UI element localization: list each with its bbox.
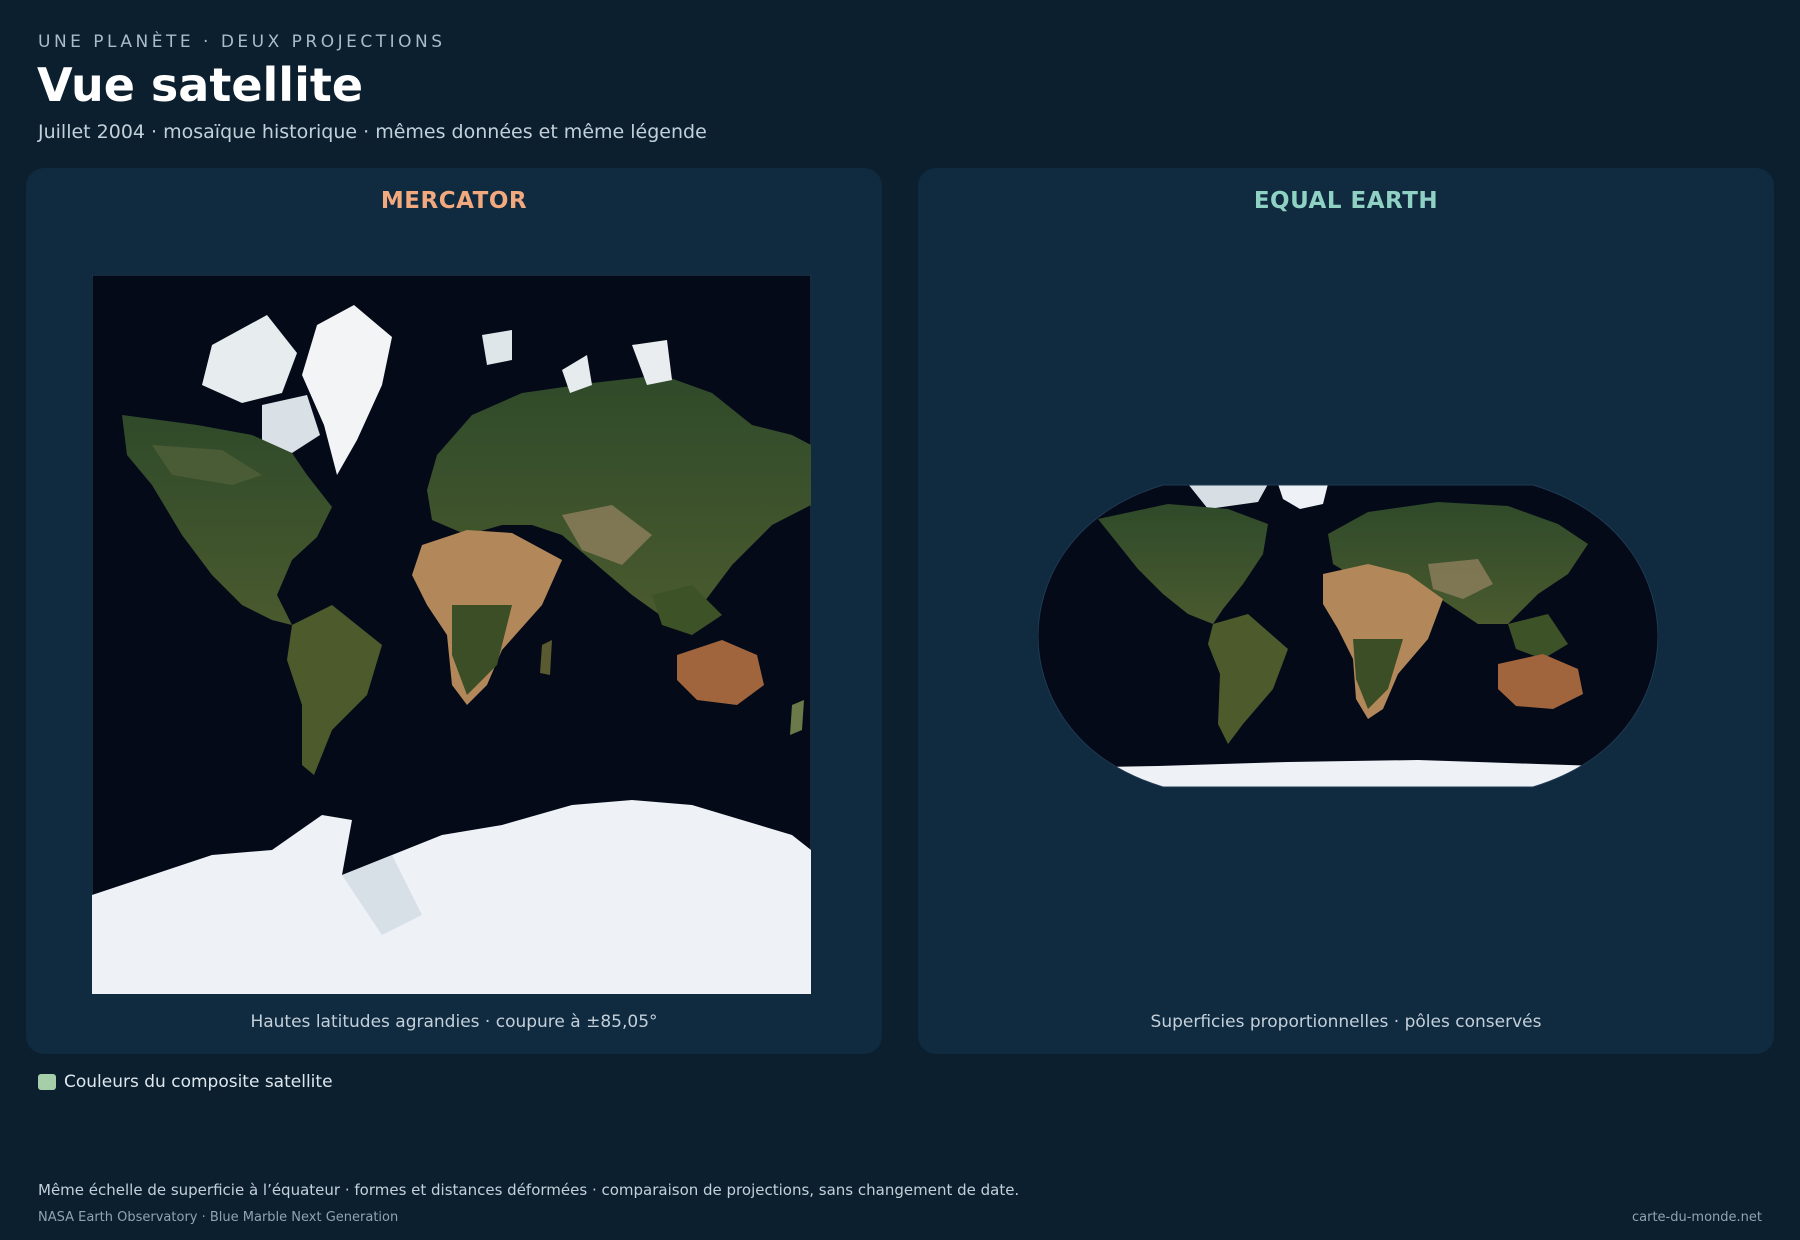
source-credit: NASA Earth Observatory · Blue Marble Nex… — [38, 1210, 399, 1225]
legend: Couleurs du composite satellite — [38, 1072, 333, 1092]
page-title: Vue satellite — [37, 58, 364, 112]
equal-earth-title: EQUAL EARTH — [1253, 188, 1439, 214]
equal-earth-map[interactable] — [1038, 484, 1658, 788]
footer-note: Même échelle de superficie à l’équateur … — [38, 1181, 1020, 1199]
equal-earth-panel: EQUAL EARTH Superficies proportionnelles… — [918, 168, 1774, 1054]
legend-label: Couleurs du composite satellite — [64, 1072, 333, 1092]
equal-earth-caption: Superficies proportionnelles · pôles con… — [1150, 1012, 1542, 1032]
mercator-caption: Hautes latitudes agrandies · coupure à ±… — [250, 1012, 658, 1032]
site-link[interactable]: carte-du-monde.net — [1632, 1210, 1762, 1225]
kicker: UNE PLANÈTE · DEUX PROJECTIONS — [38, 32, 446, 52]
legend-swatch — [38, 1074, 56, 1090]
mercator-map[interactable] — [92, 275, 811, 994]
subtitle: Juillet 2004 · mosaïque historique · mêm… — [38, 121, 707, 143]
mercator-panel: MERCATOR Hautes latitudes agrandies · co… — [26, 168, 882, 1054]
mercator-title: MERCATOR — [380, 188, 528, 214]
